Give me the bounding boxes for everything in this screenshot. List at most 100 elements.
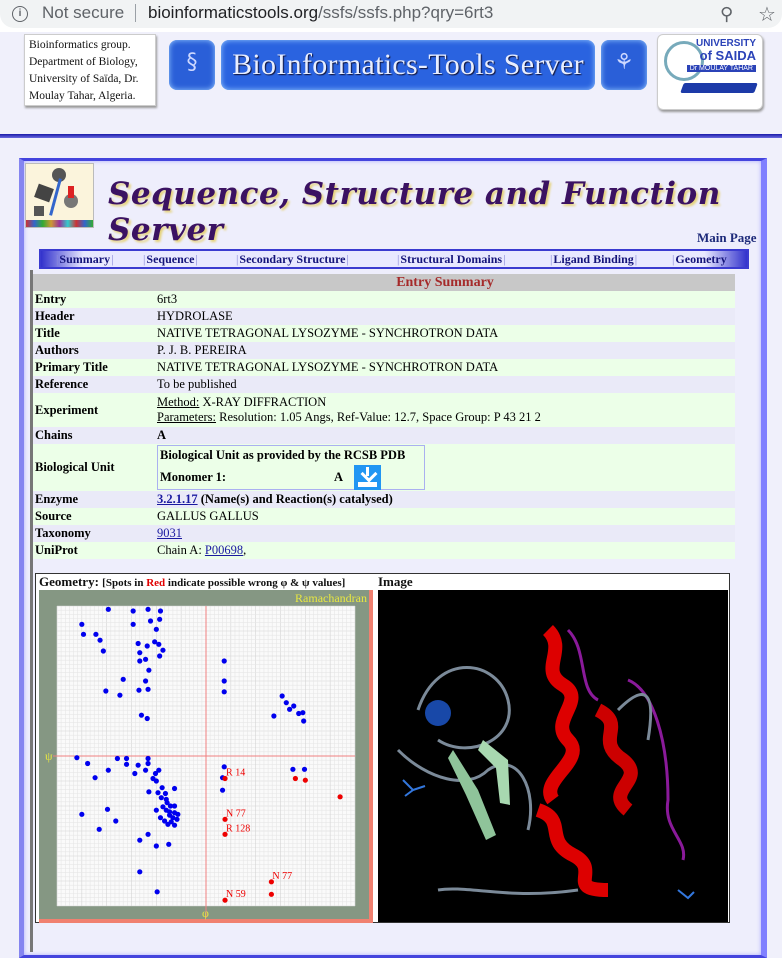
main-page-link[interactable]: Main Page [697, 230, 757, 246]
security-label[interactable]: Not secure [42, 3, 124, 23]
residue-point [271, 713, 277, 719]
residue-point [97, 637, 103, 643]
figure-icon: ⚘ [614, 50, 634, 75]
download-icon[interactable] [354, 465, 381, 490]
header-divider [0, 134, 782, 138]
site-banner[interactable]: § BioInformatics-Tools Server ⚘ [169, 40, 647, 90]
taxonomy-value: 9031 [155, 525, 735, 542]
ec-number-link[interactable]: 3.2.1.17 [157, 492, 198, 506]
residue-point [175, 811, 181, 817]
residue-point [160, 647, 166, 653]
row-label: Biological Unit [33, 444, 155, 491]
authors-value: P. J. B. PEREIRA [155, 342, 735, 359]
ion-sphere [425, 700, 451, 726]
tab-geometry[interactable]: Geometry [671, 252, 731, 267]
y-axis-label: ψ [45, 749, 53, 763]
residue-point [146, 667, 152, 673]
residue-point [296, 710, 302, 717]
residue-point [221, 658, 227, 664]
table-row: Experiment Method: X-RAY DIFFRACTION Par… [33, 393, 735, 427]
geometry-note: [Spots in Red indicate possible wrong φ … [102, 577, 345, 589]
residue-point [79, 811, 85, 817]
residue-point [158, 795, 164, 801]
residue-point [166, 841, 172, 847]
address-bar[interactable]: i Not secure bioinformaticstools.org/ssf… [0, 0, 782, 28]
row-label: Taxonomy [33, 525, 155, 542]
row-label: Primary Title [33, 359, 155, 376]
outlier-label: R 128 [226, 823, 250, 834]
residue-point [157, 815, 164, 821]
uniprot-prefix: Chain A: [157, 543, 205, 557]
taxonomy-link[interactable]: 9031 [157, 526, 182, 540]
uniprot-link[interactable]: P00698 [205, 543, 243, 557]
residue-point [137, 650, 143, 656]
url-path: /ssfs/ssfs.php?qry=6rt3 [318, 3, 494, 22]
residue-point [117, 692, 123, 698]
ramachandran-plot[interactable]: Ramachandran ψ φ R 14 N 77 R 128 N 77 N 59 [39, 590, 373, 923]
tab-summary[interactable]: Summary [55, 252, 114, 267]
primary-title-value: NATIVE TETRAGONAL LYSOZYME - SYNCHROTRON… [155, 359, 735, 376]
residue-point [144, 715, 150, 722]
banner-title: BioInformatics-Tools Server [221, 40, 595, 90]
biological-unit-value: Biological Unit as provided by the RCSB … [155, 444, 735, 491]
residue-point [219, 787, 226, 793]
tab-sequence[interactable]: Sequence [142, 252, 199, 267]
outlier-label: N 77 [226, 808, 246, 819]
residue-point [171, 803, 178, 809]
method-value: X-RAY DIFFRACTION [199, 395, 327, 409]
residue-point [74, 755, 80, 761]
residue-point [130, 621, 136, 627]
monomer-label: Monomer 1: [160, 470, 227, 484]
residue-point [100, 648, 106, 654]
row-label: Enzyme [33, 491, 155, 508]
residue-point [142, 767, 149, 773]
residue-point [142, 678, 149, 684]
nav-tabs: Summary Sequence Secondary Structure Str… [39, 249, 749, 269]
chains-value: A [155, 427, 735, 444]
residue-point [153, 807, 159, 813]
table-row: Reference To be published [33, 376, 735, 393]
biological-unit-box: Biological Unit as provided by the RCSB … [157, 445, 425, 490]
chart-title: Ramachandran [295, 591, 367, 605]
table-row: Biological Unit Biological Unit as provi… [33, 444, 735, 491]
residue-point [287, 706, 293, 712]
residue-point [279, 693, 285, 699]
university-logo[interactable]: UNIVERSITY of SAIDA Dr MOULAY TAHAR [657, 34, 763, 110]
tab-secondary-structure[interactable]: Secondary Structure [235, 252, 350, 267]
tab-structural-domains[interactable]: Structural Domains [396, 252, 506, 267]
outlier-label: R 14 [226, 768, 245, 779]
residue-point [162, 790, 169, 797]
star-icon[interactable]: ☆ [758, 2, 776, 26]
protein-structure-image [378, 590, 728, 922]
row-label: Experiment [33, 393, 155, 427]
note-text: indicate possible wrong φ & ψ values] [165, 577, 346, 589]
residue-point [92, 775, 98, 781]
table-row: UniProt Chain A: P00698, [33, 542, 735, 559]
residue-point [104, 806, 111, 812]
coil [566, 628, 686, 861]
header-value: HYDROLASE [155, 308, 735, 325]
url-text[interactable]: bioinformaticstools.org/ssfs/ssfs.php?qr… [148, 3, 493, 23]
residue-point [136, 687, 142, 693]
residue-point [144, 643, 150, 649]
outlier-point [268, 891, 274, 897]
x-axis-label: φ [202, 906, 209, 920]
group-line: University of Saïda, Dr. [29, 73, 139, 85]
residue-point [120, 676, 126, 682]
residue-point [171, 785, 178, 792]
residue-point [79, 621, 85, 627]
row-label: Entry [33, 291, 155, 308]
tab-ligand-binding[interactable]: Ligand Binding [549, 252, 638, 267]
info-icon[interactable]: i [12, 6, 28, 22]
zoom-icon[interactable]: ⚲ [720, 4, 733, 25]
outlier-point [292, 775, 298, 782]
bio-unit-caption: Biological Unit as provided by the RCSB … [160, 448, 406, 462]
note-red-text: Red [146, 577, 166, 589]
group-line: Department of Biology, [29, 56, 138, 68]
residue-point [154, 889, 160, 895]
residue-point [153, 626, 159, 632]
residue-point [123, 755, 130, 762]
frame-edge [369, 590, 373, 923]
residue-point [145, 686, 151, 692]
geometry-label: Geometry: [39, 574, 99, 589]
